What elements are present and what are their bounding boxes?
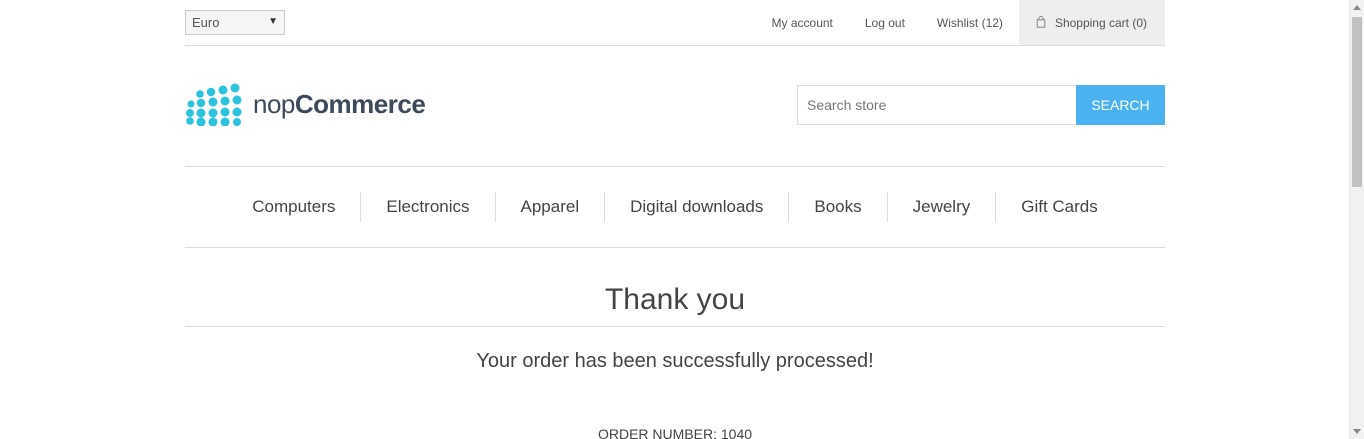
logo-text-prefix: nop bbox=[253, 88, 295, 119]
scroll-up-arrow-icon[interactable] bbox=[1353, 5, 1361, 10]
currency-selector-value: Euro bbox=[192, 15, 220, 30]
chevron-down-icon: ▼ bbox=[268, 16, 278, 27]
wishlist-link[interactable]: Wishlist (12) bbox=[937, 16, 1003, 30]
log-out-link[interactable]: Log out bbox=[865, 16, 905, 30]
top-menu: Computers Electronics Apparel Digital do… bbox=[185, 166, 1165, 248]
logo-dots-icon bbox=[186, 83, 242, 126]
my-account-link[interactable]: My account bbox=[772, 16, 833, 30]
header-links: My account Log out Wishlist (12) Shoppin… bbox=[740, 0, 1165, 45]
header-lower: nopCommerce Search bbox=[185, 46, 1165, 166]
shopping-cart-label: Shopping cart (0) bbox=[1054, 15, 1147, 30]
logo-text-brand: Commerce bbox=[294, 88, 426, 119]
menu-item-books[interactable]: Books bbox=[788, 192, 886, 222]
menu-item-gift-cards[interactable]: Gift Cards bbox=[995, 192, 1123, 222]
search-input[interactable] bbox=[797, 85, 1076, 125]
menu-item-apparel[interactable]: Apparel bbox=[494, 192, 605, 222]
order-success-message: Your order has been successfully process… bbox=[476, 350, 874, 372]
shopping-cart-link[interactable]: Shopping cart (0) bbox=[1018, 0, 1165, 45]
shopping-bag-icon bbox=[1036, 15, 1046, 28]
scroll-down-arrow-icon[interactable] bbox=[1353, 429, 1361, 434]
page-title: Thank you bbox=[185, 270, 1165, 327]
menu-item-computers[interactable]: Computers bbox=[227, 192, 360, 222]
menu-item-digital-downloads[interactable]: Digital downloads bbox=[604, 192, 788, 222]
page: Euro ▼ My account Log out Wishlist (12) … bbox=[0, 0, 1364, 439]
logo-text: nopCommerce bbox=[253, 88, 426, 120]
store-logo[interactable]: nopCommerce bbox=[185, 82, 426, 126]
search-box: Search bbox=[797, 85, 1165, 125]
currency-selector[interactable]: Euro ▼ bbox=[185, 10, 285, 35]
header-upper: Euro ▼ My account Log out Wishlist (12) … bbox=[185, 0, 1165, 46]
order-number: Order number: 1040 bbox=[597, 426, 753, 439]
menu-item-jewelry[interactable]: Jewelry bbox=[886, 192, 996, 222]
menu-item-electronics[interactable]: Electronics bbox=[360, 192, 494, 222]
search-button[interactable]: Search bbox=[1076, 85, 1165, 125]
vertical-scrollbar[interactable] bbox=[1349, 0, 1364, 439]
scrollbar-thumb[interactable] bbox=[1352, 17, 1362, 187]
